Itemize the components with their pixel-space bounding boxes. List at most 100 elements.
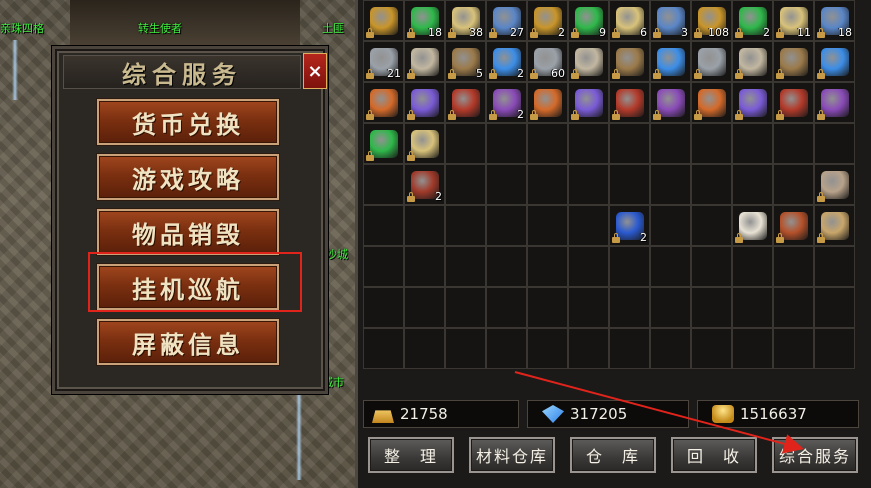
close-button[interactable]: ×	[303, 53, 327, 89]
inventory-slot[interactable]	[486, 328, 527, 369]
inventory-slot[interactable]	[691, 82, 732, 123]
inventory-slot[interactable]: 2	[732, 0, 773, 41]
inventory-slot[interactable]	[691, 123, 732, 164]
inventory-slot[interactable]	[814, 205, 855, 246]
inventory-slot[interactable]	[445, 123, 486, 164]
inventory-slot[interactable]	[404, 41, 445, 82]
inventory-slot[interactable]	[650, 164, 691, 205]
recycle-button[interactable]: 回 收	[671, 437, 757, 473]
storage-button[interactable]: 仓 库	[570, 437, 656, 473]
inventory-slot[interactable]	[814, 328, 855, 369]
inventory-slot[interactable]	[527, 205, 568, 246]
inventory-slot[interactable]	[691, 41, 732, 82]
inventory-slot[interactable]	[445, 164, 486, 205]
inventory-slot[interactable]: 27	[486, 0, 527, 41]
inventory-slot[interactable]	[568, 287, 609, 328]
inventory-slot[interactable]	[609, 123, 650, 164]
inventory-slot[interactable]	[568, 205, 609, 246]
npc-label[interactable]: 土匪	[322, 20, 344, 36]
inventory-slot[interactable]	[486, 123, 527, 164]
inventory-slot[interactable]	[363, 82, 404, 123]
inventory-slot[interactable]: 2	[486, 82, 527, 123]
material-storage-button[interactable]: 材料仓库	[469, 437, 555, 473]
dialog-title-bar[interactable]: 综合服务	[63, 55, 301, 89]
inventory-slot[interactable]	[404, 205, 445, 246]
inventory-slot[interactable]	[814, 287, 855, 328]
inventory-slot[interactable]	[773, 164, 814, 205]
inventory-slot[interactable]	[650, 287, 691, 328]
inventory-slot[interactable]: 3	[650, 0, 691, 41]
inventory-slot[interactable]: 2	[609, 205, 650, 246]
inventory-slot[interactable]: 2	[486, 41, 527, 82]
inventory-slot[interactable]	[486, 246, 527, 287]
inventory-slot[interactable]	[609, 246, 650, 287]
inventory-slot[interactable]: 38	[445, 0, 486, 41]
inventory-slot[interactable]	[732, 164, 773, 205]
inventory-slot[interactable]	[527, 287, 568, 328]
inventory-slot[interactable]	[363, 164, 404, 205]
inventory-slot[interactable]	[732, 246, 773, 287]
npc-label[interactable]: 沙城	[326, 246, 348, 262]
inventory-slot[interactable]	[650, 205, 691, 246]
comprehensive-service-button[interactable]: 综合服务	[772, 437, 858, 473]
inventory-slot[interactable]	[650, 123, 691, 164]
inventory-slot[interactable]: 2	[527, 0, 568, 41]
inventory-slot[interactable]: 18	[404, 0, 445, 41]
inventory-slot[interactable]	[691, 328, 732, 369]
inventory-slot[interactable]	[527, 82, 568, 123]
inventory-slot[interactable]	[486, 164, 527, 205]
inventory-slot[interactable]	[773, 82, 814, 123]
inventory-slot[interactable]	[363, 328, 404, 369]
inventory-slot[interactable]	[732, 82, 773, 123]
block-info-button[interactable]: 屏蔽信息	[97, 319, 279, 365]
inventory-slot[interactable]	[773, 41, 814, 82]
inventory-slot[interactable]	[486, 287, 527, 328]
game-guide-button[interactable]: 游戏攻略	[97, 154, 279, 200]
inventory-slot[interactable]	[609, 82, 650, 123]
inventory-slot[interactable]	[363, 205, 404, 246]
inventory-slot[interactable]: 18	[814, 0, 855, 41]
inventory-slot[interactable]: 5	[445, 41, 486, 82]
inventory-slot[interactable]: 9	[568, 0, 609, 41]
inventory-slot[interactable]	[404, 287, 445, 328]
inventory-slot[interactable]	[363, 0, 404, 41]
inventory-slot[interactable]	[568, 164, 609, 205]
inventory-slot[interactable]	[609, 328, 650, 369]
inventory-slot[interactable]	[363, 123, 404, 164]
inventory-slot[interactable]	[814, 123, 855, 164]
inventory-slot[interactable]	[363, 246, 404, 287]
currency-exchange-button[interactable]: 货币兑换	[97, 99, 279, 145]
inventory-slot[interactable]	[568, 246, 609, 287]
inventory-slot[interactable]	[527, 328, 568, 369]
inventory-slot[interactable]	[568, 123, 609, 164]
inventory-slot[interactable]	[650, 41, 691, 82]
inventory-slot[interactable]	[732, 41, 773, 82]
inventory-slot[interactable]	[650, 246, 691, 287]
inventory-slot[interactable]	[445, 246, 486, 287]
inventory-slot[interactable]	[691, 205, 732, 246]
inventory-slot[interactable]	[814, 246, 855, 287]
inventory-slot[interactable]	[773, 246, 814, 287]
inventory-slot[interactable]: 108	[691, 0, 732, 41]
inventory-slot[interactable]	[568, 328, 609, 369]
inventory-slot[interactable]	[445, 82, 486, 123]
inventory-slot[interactable]	[732, 205, 773, 246]
inventory-slot[interactable]	[445, 287, 486, 328]
inventory-slot[interactable]	[404, 123, 445, 164]
inventory-slot[interactable]	[527, 246, 568, 287]
inventory-slot[interactable]	[363, 287, 404, 328]
npc-label[interactable]: 转生使者	[138, 20, 182, 36]
item-destroy-button[interactable]: 物品销毁	[97, 209, 279, 255]
inventory-slot[interactable]	[814, 164, 855, 205]
inventory-slot[interactable]	[609, 41, 650, 82]
inventory-slot[interactable]: 11	[773, 0, 814, 41]
inventory-slot[interactable]	[773, 328, 814, 369]
inventory-slot[interactable]	[732, 123, 773, 164]
inventory-slot[interactable]	[773, 123, 814, 164]
inventory-slot[interactable]	[568, 41, 609, 82]
inventory-slot[interactable]	[814, 41, 855, 82]
inventory-slot[interactable]	[445, 205, 486, 246]
inventory-slot[interactable]	[568, 82, 609, 123]
inventory-slot[interactable]	[650, 82, 691, 123]
npc-label[interactable]: 亲珠四格	[0, 20, 44, 36]
